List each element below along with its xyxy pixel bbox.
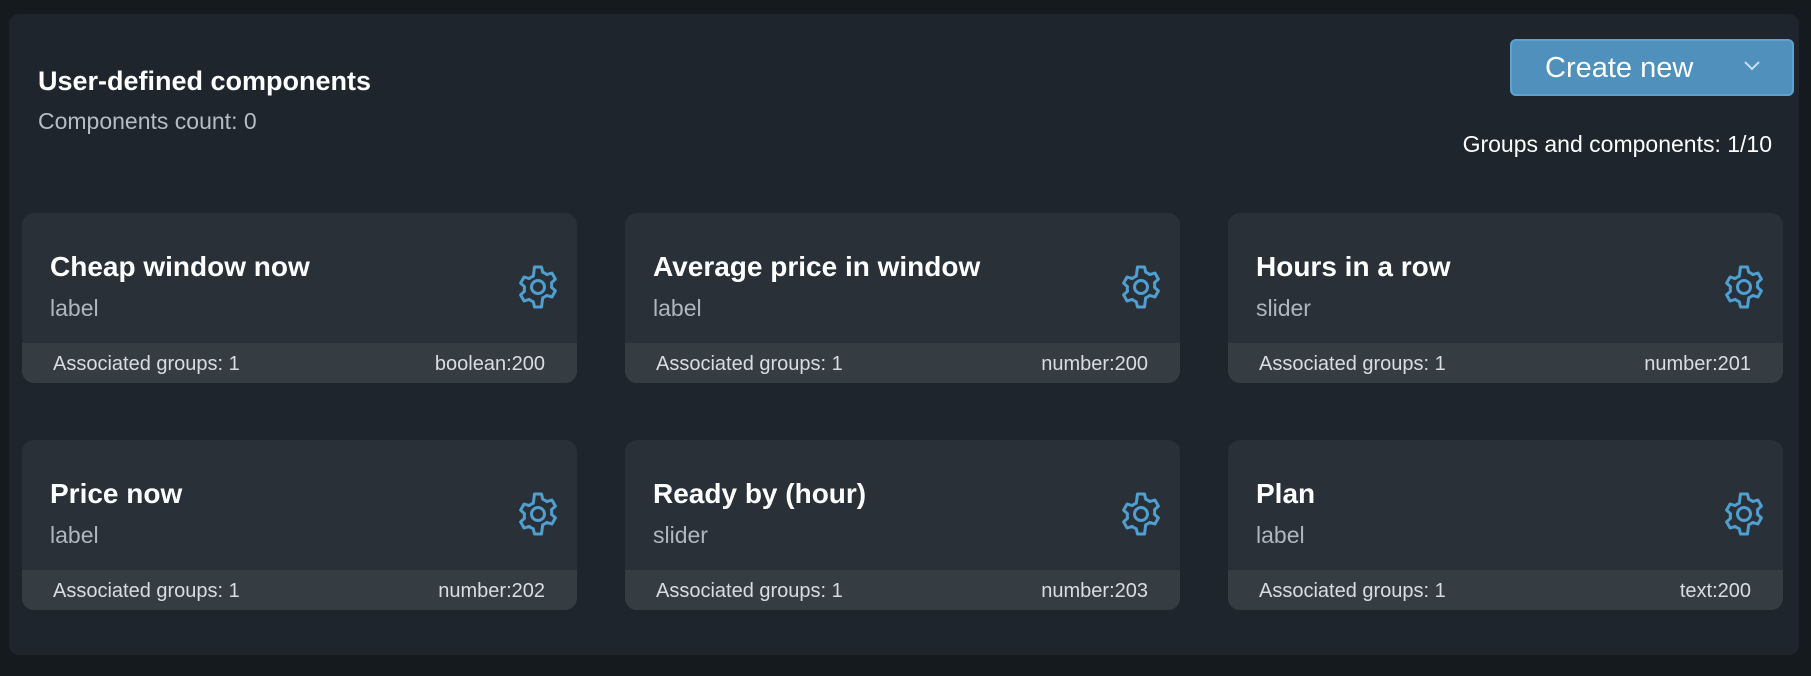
gear-icon[interactable] [1117, 490, 1165, 538]
component-card: Cheap window now label Associated groups… [22, 213, 577, 383]
gear-icon[interactable] [514, 490, 562, 538]
component-name: Average price in window [653, 251, 981, 282]
component-name: Hours in a row [1256, 251, 1451, 282]
card-footer: Associated groups: 1 number:200 [625, 343, 1180, 383]
gear-icon[interactable] [1720, 263, 1768, 311]
associated-groups: Associated groups: 1 [656, 580, 843, 602]
component-type-id: boolean:200 [434, 353, 545, 375]
component-kind: label [653, 295, 702, 321]
associated-groups: Associated groups: 1 [1259, 353, 1446, 375]
card-footer: Associated groups: 1 number:203 [625, 570, 1180, 610]
component-name: Cheap window now [50, 251, 310, 282]
associated-groups: Associated groups: 1 [1259, 580, 1446, 602]
gear-icon[interactable] [1117, 263, 1165, 311]
component-type-id: number:200 [1041, 353, 1148, 375]
component-type-id: number:201 [1644, 353, 1751, 375]
create-new-label: Create new [1545, 52, 1694, 84]
component-type-id: text:200 [1679, 580, 1751, 602]
component-type-id: number:203 [1041, 580, 1148, 602]
component-kind: label [1256, 522, 1305, 548]
component-kind: label [50, 295, 99, 321]
components-count: Components count: 0 [38, 108, 257, 134]
card-footer: Associated groups: 1 number:201 [1228, 343, 1783, 383]
component-kind: slider [1256, 295, 1311, 321]
associated-groups: Associated groups: 1 [53, 580, 240, 602]
component-card: Plan label Associated groups: 1 text:200 [1228, 440, 1783, 610]
card-footer: Associated groups: 1 text:200 [1228, 570, 1783, 610]
component-name: Price now [50, 478, 183, 509]
component-card: Ready by (hour) slider Associated groups… [625, 440, 1180, 610]
component-card: Price now label Associated groups: 1 num… [22, 440, 577, 610]
component-name: Ready by (hour) [653, 478, 867, 509]
card-footer: Associated groups: 1 boolean:200 [22, 343, 577, 383]
component-card: Average price in window label Associated… [625, 213, 1180, 383]
create-new-button[interactable]: Create new [1510, 39, 1794, 96]
page-title: User-defined components [38, 66, 372, 96]
card-footer: Associated groups: 1 number:202 [22, 570, 577, 610]
component-name: Plan [1256, 478, 1316, 509]
associated-groups: Associated groups: 1 [656, 353, 843, 375]
component-type-id: number:202 [438, 580, 545, 602]
component-card: Hours in a row slider Associated groups:… [1228, 213, 1783, 383]
component-kind: slider [653, 522, 708, 548]
component-kind: label [50, 522, 99, 548]
chevron-down-icon[interactable] [1742, 59, 1762, 73]
associated-groups: Associated groups: 1 [53, 353, 240, 375]
groups-components-count: Groups and components: 1/10 [1462, 131, 1772, 157]
gear-icon[interactable] [1720, 490, 1768, 538]
gear-icon[interactable] [514, 263, 562, 311]
